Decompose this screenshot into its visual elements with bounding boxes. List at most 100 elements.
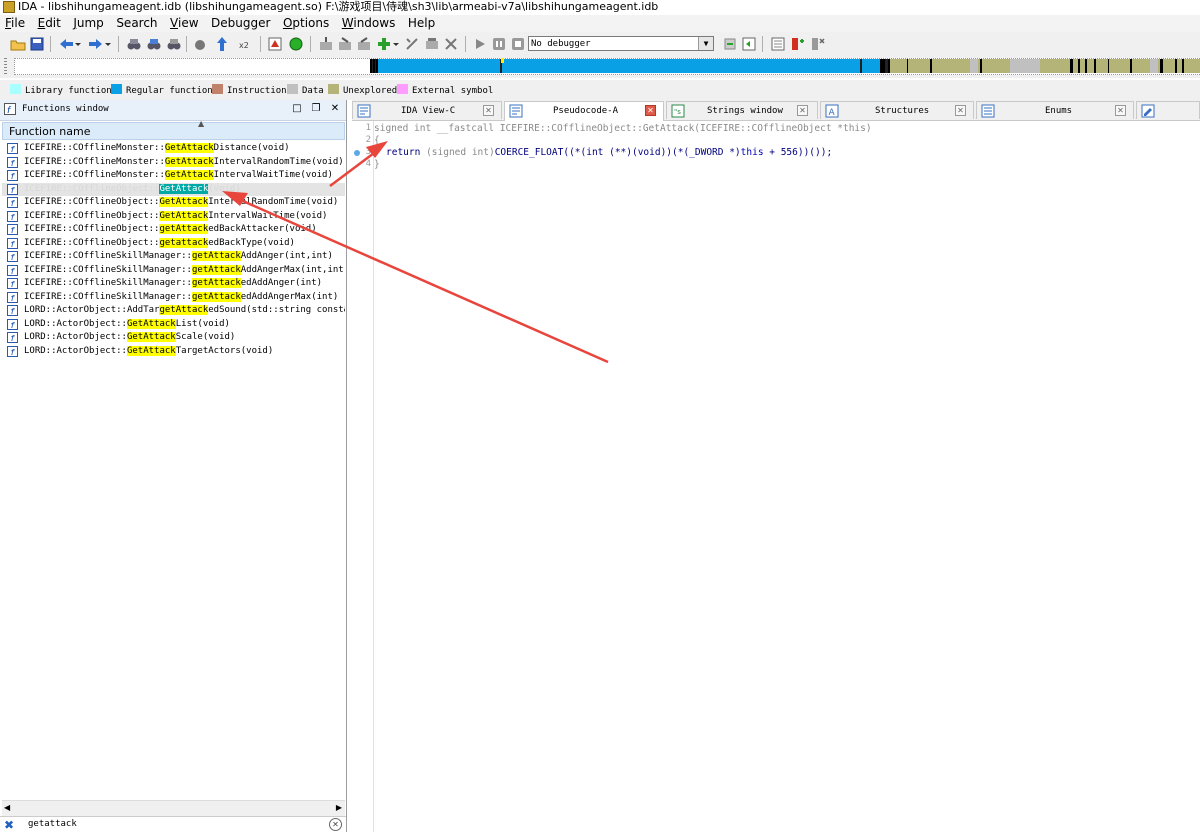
menu-debugger[interactable]: Debugger [206, 15, 274, 32]
close-icon[interactable]: ✕ [329, 103, 341, 115]
add-green-icon[interactable] [376, 36, 392, 52]
debugger-options-icon[interactable] [722, 36, 738, 52]
code-line-signature[interactable]: signed int __fastcall ICEFIRE::COfflineO… [374, 123, 872, 134]
pause-icon[interactable] [491, 36, 507, 52]
clear-filter-icon[interactable]: ✕ [329, 818, 342, 831]
close-tab-icon[interactable]: ✕ [797, 105, 808, 116]
find-next-icon[interactable] [192, 36, 208, 52]
search-match-highlight: GetAttack [164, 156, 214, 167]
enums-icon [981, 104, 995, 118]
function-name-suffix: edSound(std::string const&,LORD [208, 305, 345, 315]
up-arrow-icon[interactable] [214, 36, 230, 52]
function-icon: f [7, 278, 18, 289]
scroll-left-icon[interactable]: ◀ [4, 803, 10, 812]
close-tab-icon[interactable]: ✕ [645, 105, 656, 116]
tab-enums[interactable]: Enums ✕ [976, 101, 1134, 119]
function-row[interactable]: f ICEFIRE::COfflineSkillManager::getAttac… [2, 291, 345, 305]
code-line-close-brace[interactable]: } [374, 159, 380, 170]
tab-ida-view-c[interactable]: IDA View-C ✕ [352, 101, 502, 119]
function-row[interactable]: f LORD::ActorObject::GetAttackList(void) [2, 318, 345, 332]
function-row[interactable]: f ICEFIRE::COfflineObject::GetAttackInter… [2, 196, 345, 210]
delete-breakpoint-icon[interactable] [810, 36, 826, 52]
search-match-highlight: GetAttack [126, 318, 176, 329]
list-icon[interactable] [770, 36, 786, 52]
add-breakpoint-icon[interactable] [790, 36, 806, 52]
close-filter-icon[interactable]: ✖ [4, 818, 14, 832]
tab-pseudocode-a[interactable]: Pseudocode-A ✕ [504, 101, 664, 121]
chevron-down-icon[interactable]: ▼ [698, 37, 713, 50]
close-tab-icon[interactable]: ✕ [1115, 105, 1126, 116]
function-row[interactable]: f ICEFIRE::COfflineMonster::GetAttackDist… [2, 142, 345, 156]
column-header-function-name[interactable]: Function name ▲ [2, 119, 345, 140]
function-row[interactable]: f ICEFIRE::COfflineObject::GetAttackInter… [2, 210, 345, 224]
stop-icon[interactable] [510, 36, 526, 52]
function-row[interactable]: f LORD::ActorObject::GetAttackTargetActor… [2, 345, 345, 359]
debugger-select[interactable]: No debugger ▼ [528, 36, 714, 51]
menu-file[interactable]: File [0, 15, 29, 32]
attach-process-icon[interactable] [741, 36, 757, 52]
function-row[interactable]: f ICEFIRE::COfflineMonster::GetAttackInte… [2, 169, 345, 183]
search-binoculars-icon[interactable] [126, 36, 142, 52]
tab-structures[interactable]: A Structures ✕ [820, 101, 974, 119]
hex-icon[interactable]: x2 [238, 36, 254, 52]
search-binary-icon[interactable] [166, 36, 182, 52]
legend-swatch [10, 84, 21, 94]
code-tool-icon[interactable] [318, 36, 334, 52]
menu-jump[interactable]: Jump [68, 15, 107, 32]
menu-help[interactable]: Help [403, 15, 439, 32]
play-icon[interactable] [472, 36, 488, 52]
scroll-right-icon[interactable]: ▶ [336, 803, 342, 812]
navigation-band-map[interactable] [370, 58, 1200, 75]
function-row[interactable]: f ICEFIRE::COfflineObject::getAttackedBac… [2, 223, 345, 237]
svg-text:f: f [10, 226, 15, 235]
close-tab-icon[interactable]: ✕ [955, 105, 966, 116]
function-row[interactable]: f LORD::ActorObject::AddTargetAttackedSou… [2, 304, 345, 318]
nav-stripe [930, 59, 932, 73]
chevron-down-icon[interactable] [74, 36, 82, 52]
nav-stripe [1108, 59, 1109, 73]
strings-icon: "s [671, 104, 685, 118]
pseudocode-view[interactable]: 1 2 3 4 signed int __fastcall ICEFIRE::C… [352, 121, 1200, 832]
nav-segment [378, 59, 880, 73]
nav-stripe [1160, 59, 1163, 73]
code-line-return[interactable]: return (signed int)COERCE_FLOAT((*(int (… [386, 147, 832, 158]
restore-icon[interactable]: ❐ [310, 103, 322, 115]
data-tool-icon[interactable] [337, 36, 353, 52]
horizontal-scrollbar[interactable]: ◀ ▶ [2, 800, 345, 816]
menu-options[interactable]: Options [278, 15, 333, 32]
chevron-down-icon[interactable] [104, 36, 112, 52]
function-row[interactable]: f ICEFIRE::COfflineSkillManager::getAttac… [2, 250, 345, 264]
tab-strings-window[interactable]: "s Strings window ✕ [666, 101, 818, 119]
close-icon[interactable] [443, 36, 459, 52]
nav-stripe [860, 59, 862, 73]
string-tool-icon[interactable] [356, 36, 372, 52]
breakpoint-icon[interactable] [267, 36, 283, 52]
back-arrow-icon[interactable] [58, 36, 74, 52]
forward-arrow-icon[interactable] [88, 36, 104, 52]
maximize-icon[interactable]: □ [291, 103, 303, 115]
edit-view-icon [1141, 104, 1155, 118]
code-line-open-brace[interactable]: { [374, 135, 380, 146]
function-row[interactable]: f LORD::ActorObject::GetAttackScale(void) [2, 331, 345, 345]
function-row[interactable]: f ICEFIRE::COfflineSkillManager::getAttac… [2, 264, 345, 278]
search-text-icon[interactable] [146, 36, 162, 52]
svg-text:f: f [10, 280, 15, 289]
tab-more[interactable] [1136, 101, 1200, 119]
menu-edit[interactable]: Edit [33, 15, 65, 32]
function-row[interactable]: f ICEFIRE::COfflineObject::GetAttack(void… [2, 182, 345, 196]
undefine-icon[interactable] [404, 36, 420, 52]
chevron-down-icon[interactable] [392, 36, 400, 52]
close-tab-icon[interactable]: ✕ [483, 105, 494, 116]
function-row[interactable]: f ICEFIRE::COfflineMonster::GetAttackInte… [2, 156, 345, 170]
menu-windows[interactable]: Windows [337, 15, 400, 32]
function-row[interactable]: f ICEFIRE::COfflineObject::getattackedBac… [2, 237, 345, 251]
array-icon[interactable] [424, 36, 440, 52]
quick-filter-input[interactable]: getattack [28, 819, 77, 829]
green-circle-icon[interactable] [288, 36, 304, 52]
quick-filter-bar[interactable]: ✖ getattack ✕ [0, 816, 346, 833]
open-folder-icon[interactable] [10, 36, 26, 52]
function-row[interactable]: f ICEFIRE::COfflineSkillManager::getAttac… [2, 277, 345, 291]
save-icon[interactable] [29, 36, 45, 52]
menu-view[interactable]: View [165, 15, 202, 32]
menu-search[interactable]: Search [111, 15, 161, 32]
